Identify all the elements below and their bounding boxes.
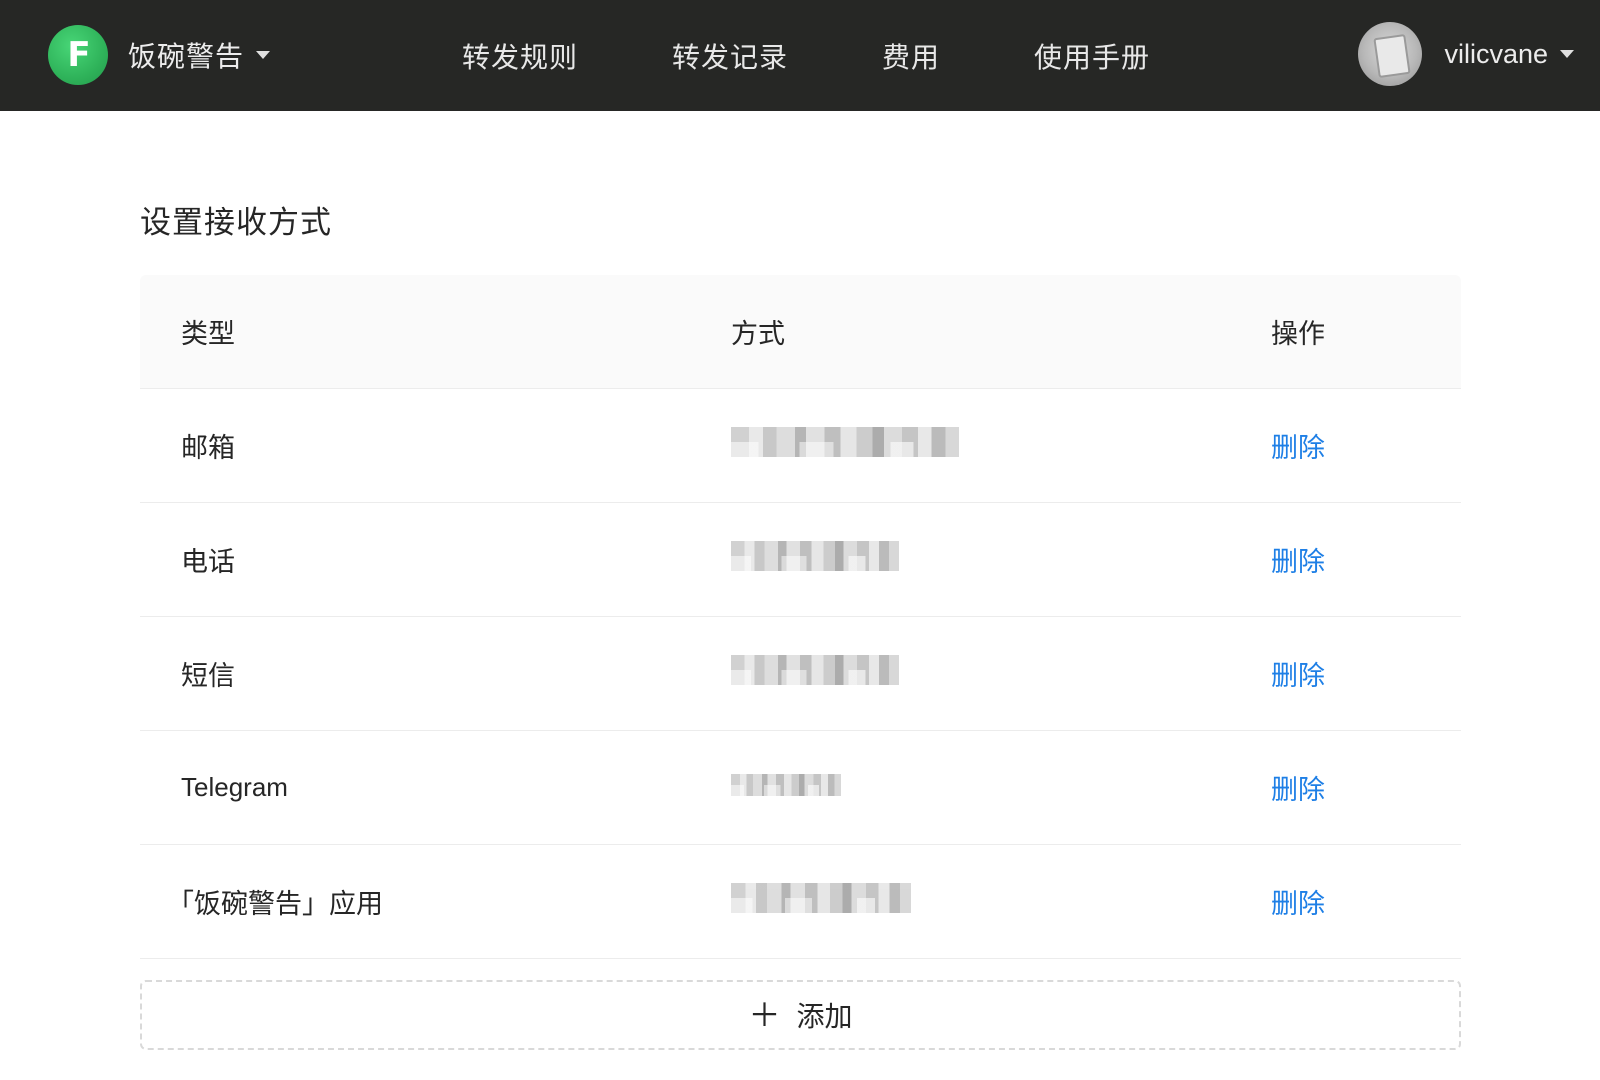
redacted-value bbox=[731, 655, 899, 685]
nav-item-forward-rules[interactable]: 转发规则 bbox=[462, 36, 578, 76]
row-type: 短信 bbox=[181, 661, 235, 691]
delete-link[interactable]: 删除 bbox=[1271, 547, 1325, 577]
row-method bbox=[731, 541, 1271, 578]
delete-link[interactable]: 删除 bbox=[1271, 775, 1325, 805]
table-row: 「饭碗警告」应用 删除 bbox=[140, 845, 1461, 959]
plus-icon: ＋ bbox=[748, 997, 781, 1033]
nav-item-forward-records[interactable]: 转发记录 bbox=[672, 36, 788, 76]
redacted-value bbox=[731, 541, 899, 571]
table-header: 类型 方式 操作 bbox=[140, 275, 1461, 389]
table-row: 电话 删除 bbox=[140, 503, 1461, 617]
row-action: 删除 bbox=[1271, 768, 1461, 807]
row-method bbox=[731, 655, 1271, 692]
receive-methods-table: 类型 方式 操作 邮箱 删除 电话 删除 短信 删除 Telegram 删除 「… bbox=[140, 275, 1461, 959]
column-header-method: 方式 bbox=[731, 319, 785, 349]
redacted-value bbox=[731, 883, 911, 913]
delete-link[interactable]: 删除 bbox=[1271, 889, 1325, 919]
chevron-down-icon bbox=[256, 51, 271, 59]
brand-logo-letter: F bbox=[67, 35, 91, 75]
row-type: 邮箱 bbox=[181, 433, 235, 463]
row-method bbox=[731, 427, 1271, 464]
brand-menu[interactable]: F 饭碗警告 bbox=[48, 25, 271, 85]
chevron-down-icon bbox=[1560, 50, 1574, 58]
redacted-value bbox=[731, 774, 841, 796]
main-nav: 转发规则 转发记录 费用 使用手册 bbox=[462, 0, 1150, 111]
brand-name: 饭碗警告 bbox=[128, 41, 245, 72]
delete-link[interactable]: 删除 bbox=[1271, 433, 1325, 463]
row-type: 电话 bbox=[181, 547, 235, 577]
table-row: 邮箱 删除 bbox=[140, 389, 1461, 503]
row-action: 删除 bbox=[1271, 654, 1461, 693]
avatar bbox=[1358, 22, 1423, 86]
row-action: 删除 bbox=[1271, 540, 1461, 579]
main-content: 设置接收方式 类型 方式 操作 邮箱 删除 电话 删除 短信 删除 Telegr… bbox=[140, 111, 1461, 1050]
page-title: 设置接收方式 bbox=[140, 205, 332, 240]
top-navigation-bar: F 饭碗警告 转发规则 转发记录 费用 使用手册 vilicvane bbox=[0, 0, 1600, 111]
column-header-action: 操作 bbox=[1271, 319, 1325, 349]
delete-link[interactable]: 删除 bbox=[1271, 661, 1325, 691]
row-action: 删除 bbox=[1271, 882, 1461, 921]
row-method bbox=[731, 883, 1271, 920]
redacted-value bbox=[731, 427, 959, 457]
brand-logo-icon: F bbox=[48, 25, 108, 85]
row-action: 删除 bbox=[1271, 426, 1461, 465]
username: vilicvane bbox=[1444, 38, 1548, 69]
table-row: 短信 删除 bbox=[140, 617, 1461, 731]
nav-item-manual[interactable]: 使用手册 bbox=[1034, 36, 1150, 76]
nav-item-billing[interactable]: 费用 bbox=[882, 36, 940, 76]
column-header-type: 类型 bbox=[181, 319, 235, 349]
row-type: Telegram bbox=[181, 772, 288, 802]
add-button-label: 添加 bbox=[796, 1001, 853, 1032]
user-menu[interactable]: vilicvane bbox=[1358, 22, 1574, 86]
add-method-button[interactable]: ＋ 添加 bbox=[140, 980, 1461, 1050]
table-row: Telegram 删除 bbox=[140, 731, 1461, 845]
row-type: 「饭碗警告」应用 bbox=[167, 889, 383, 919]
row-method bbox=[731, 772, 1271, 803]
